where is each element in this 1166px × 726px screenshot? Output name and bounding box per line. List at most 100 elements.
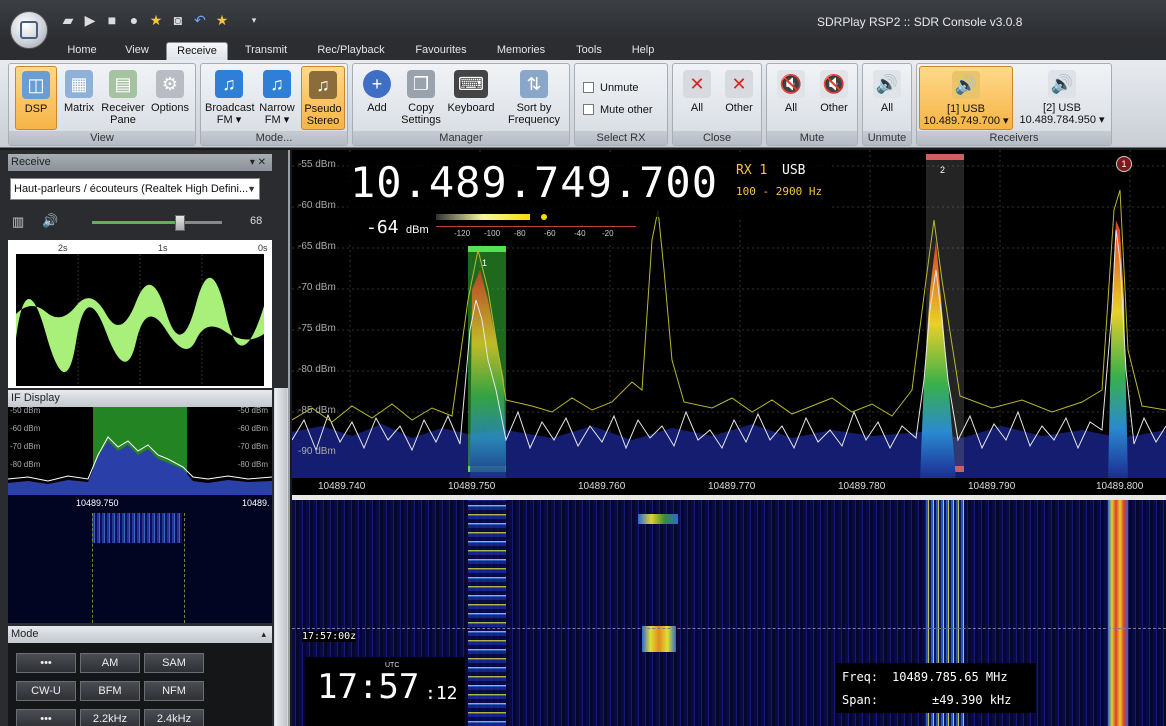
mute-all-button[interactable]: 🔇 All (771, 66, 811, 130)
x-label: 10489.790 (968, 481, 1016, 492)
camera-icon[interactable]: ◙ (170, 12, 186, 28)
undo-icon[interactable]: ↶ (192, 12, 208, 28)
audio-waveform (16, 254, 264, 386)
speaker-icon[interactable]: 🔊 (42, 213, 58, 229)
ribbon-tabs: Home View Receive Transmit Rec/Playback … (0, 40, 1166, 60)
gear-icon: ⚙ (156, 70, 184, 98)
close-all-label: All (690, 102, 704, 114)
mute-other-button[interactable]: 🔇 Other (813, 66, 855, 130)
unmute-all-button[interactable]: 🔊 All (867, 66, 907, 130)
time-label-1s: 1s (158, 243, 168, 253)
sort-icon: ⇅ (520, 70, 548, 98)
tab-transmit[interactable]: Transmit (236, 42, 296, 60)
mode-button-cw-u[interactable]: CW-U (16, 681, 76, 701)
view-group: ◫ DSP ▦ Matrix ▤ Receiver Pane ⚙ Options… (8, 63, 196, 146)
rx2-label-1: [2] USB (1043, 102, 1081, 114)
mute-other-checkbox[interactable]: Mute other (583, 103, 653, 117)
record-icon[interactable]: ● (126, 12, 142, 28)
receiver-1-button[interactable]: 🔊 [1] USB 10.489.749.700 ▾ (919, 66, 1013, 130)
tab-favourites[interactable]: Favourites (406, 42, 476, 60)
add-label: Add (367, 102, 387, 114)
frequency-readout[interactable]: 10.489.749.700 RX 1 USB 100 - 2900 Hz (348, 152, 830, 217)
mode-button-nfm[interactable]: NFM (144, 681, 204, 701)
star-icon[interactable]: ★ (214, 12, 230, 28)
mode-button-sam[interactable]: SAM (144, 653, 204, 673)
options-button[interactable]: ⚙ Options (147, 66, 193, 130)
bandwidth-button-2-4[interactable]: 2.4kHz (144, 709, 204, 726)
receiver-pane-button[interactable]: ▤ Receiver Pane (101, 66, 145, 130)
meter-scale-line (436, 226, 636, 227)
narrow-label-2: FM ▾ (264, 114, 290, 126)
equalizer-icon[interactable]: ▥ (12, 214, 24, 230)
play-icon[interactable]: ▶ (82, 12, 98, 28)
peak-marker[interactable]: 1 (1116, 156, 1132, 172)
copy-icon: ❐ (407, 70, 435, 98)
dsp-icon: ◫ (22, 71, 50, 99)
utc-clock: UTC 17:57 :12 (305, 657, 465, 726)
mute-other-label: Mute other (600, 104, 653, 116)
rx1-band-marker[interactable]: 1 (482, 258, 487, 268)
music-note-icon: ♫ (215, 70, 243, 98)
app-menu-button[interactable] (10, 11, 48, 49)
close-all-button[interactable]: ✕ All (677, 66, 717, 130)
mode-button-more[interactable]: ••• (16, 653, 76, 673)
if-passband-left (92, 513, 93, 623)
x-label: 10489.760 (578, 481, 626, 492)
volume-slider-track[interactable] (92, 215, 222, 231)
audio-device-value: Haut-parleurs / écouteurs (Realtek High … (14, 183, 249, 195)
add-button[interactable]: + Add (357, 66, 397, 130)
favorite-star-icon[interactable]: ★ (148, 12, 164, 28)
mode-button-am[interactable]: AM (80, 653, 140, 673)
broadcast-fm-button[interactable]: ♫ Broadcast FM ▾ (205, 66, 255, 130)
audio-device-select[interactable]: Haut-parleurs / écouteurs (Realtek High … (10, 178, 260, 200)
keyboard-button[interactable]: ⌨ Keyboard (445, 66, 497, 130)
app-orb-icon (20, 21, 38, 39)
sort-label-2: Frequency (508, 114, 560, 126)
folder-icon[interactable]: ▰ (60, 12, 76, 28)
mode-button-bfm[interactable]: BFM (80, 681, 140, 701)
tab-memories[interactable]: Memories (488, 42, 554, 60)
pseudo-stereo-button[interactable]: ♫ Pseudo Stereo (301, 66, 345, 130)
dsp-button[interactable]: ◫ DSP (15, 66, 57, 130)
meter-tick: -120 (454, 229, 471, 238)
copy-label-1: Copy (408, 102, 434, 114)
options-label: Options (151, 102, 189, 114)
matrix-button[interactable]: ▦ Matrix (59, 66, 99, 130)
tab-help[interactable]: Help (622, 42, 664, 60)
if-spectrum: -50 dBm -60 dBm -70 dBm -80 dBm -50 dBm … (8, 406, 272, 495)
speaker-icon: 🔊 (1048, 70, 1076, 98)
tab-view[interactable]: View (116, 42, 158, 60)
if-display-title: IF Display (11, 392, 60, 404)
unmute-checkbox[interactable]: Unmute (583, 81, 639, 95)
tab-home[interactable]: Home (58, 42, 106, 60)
collapse-icon[interactable]: ▴ (261, 626, 266, 643)
cursor-info: Freq: 10489.785.65 MHz Span: ±49.390 kHz (836, 663, 1036, 713)
waterfall-rx1-signal (468, 500, 506, 726)
mute-other-btn-label: Other (820, 102, 848, 114)
stop-icon[interactable]: ■ (104, 12, 120, 28)
rx2-band-marker[interactable]: 2 (940, 165, 945, 175)
tab-tools[interactable]: Tools (566, 42, 612, 60)
panel-menu-icon[interactable]: ▾ ✕ (250, 154, 266, 171)
narrow-fm-button[interactable]: ♫ Narrow FM ▾ (255, 66, 299, 130)
copy-settings-button[interactable]: ❐ Copy Settings (399, 66, 443, 130)
close-other-button[interactable]: ✕ Other (719, 66, 759, 130)
manager-group: + Add ❐ Copy Settings ⌨ Keyboard ⇅ Sort … (352, 63, 570, 146)
frequency-display[interactable]: 10.489.749.700 (350, 158, 718, 207)
tab-rec-playback[interactable]: Rec/Playback (310, 42, 392, 60)
left-panel-scrollbar[interactable] (274, 388, 288, 726)
mode-group: ♫ Broadcast FM ▾ ♫ Narrow FM ▾ ♫ Pseudo … (200, 63, 348, 146)
sort-by-frequency-button[interactable]: ⇅ Sort by Frequency (503, 66, 565, 130)
tab-receive[interactable]: Receive (166, 42, 228, 60)
volume-slider-thumb[interactable] (175, 215, 186, 231)
bandwidth-button-2-2[interactable]: 2.2kHz (80, 709, 140, 726)
keyboard-icon: ⌨ (454, 70, 488, 98)
receiver-2-button[interactable]: 🔊 [2] USB 10.489.784.950 ▾ (1015, 66, 1109, 130)
mode-group-title: Mode... (201, 131, 347, 145)
meter-tick: -60 (544, 229, 556, 238)
dropdown-arrow-icon[interactable]: ▾ (246, 12, 262, 28)
mode-button-more-2[interactable]: ••• (16, 709, 76, 726)
scrollbar-thumb[interactable] (275, 388, 287, 726)
rx2-label-2: 10.489.784.950 ▾ (1019, 114, 1105, 126)
x-label: 10489.800 (1096, 481, 1144, 492)
